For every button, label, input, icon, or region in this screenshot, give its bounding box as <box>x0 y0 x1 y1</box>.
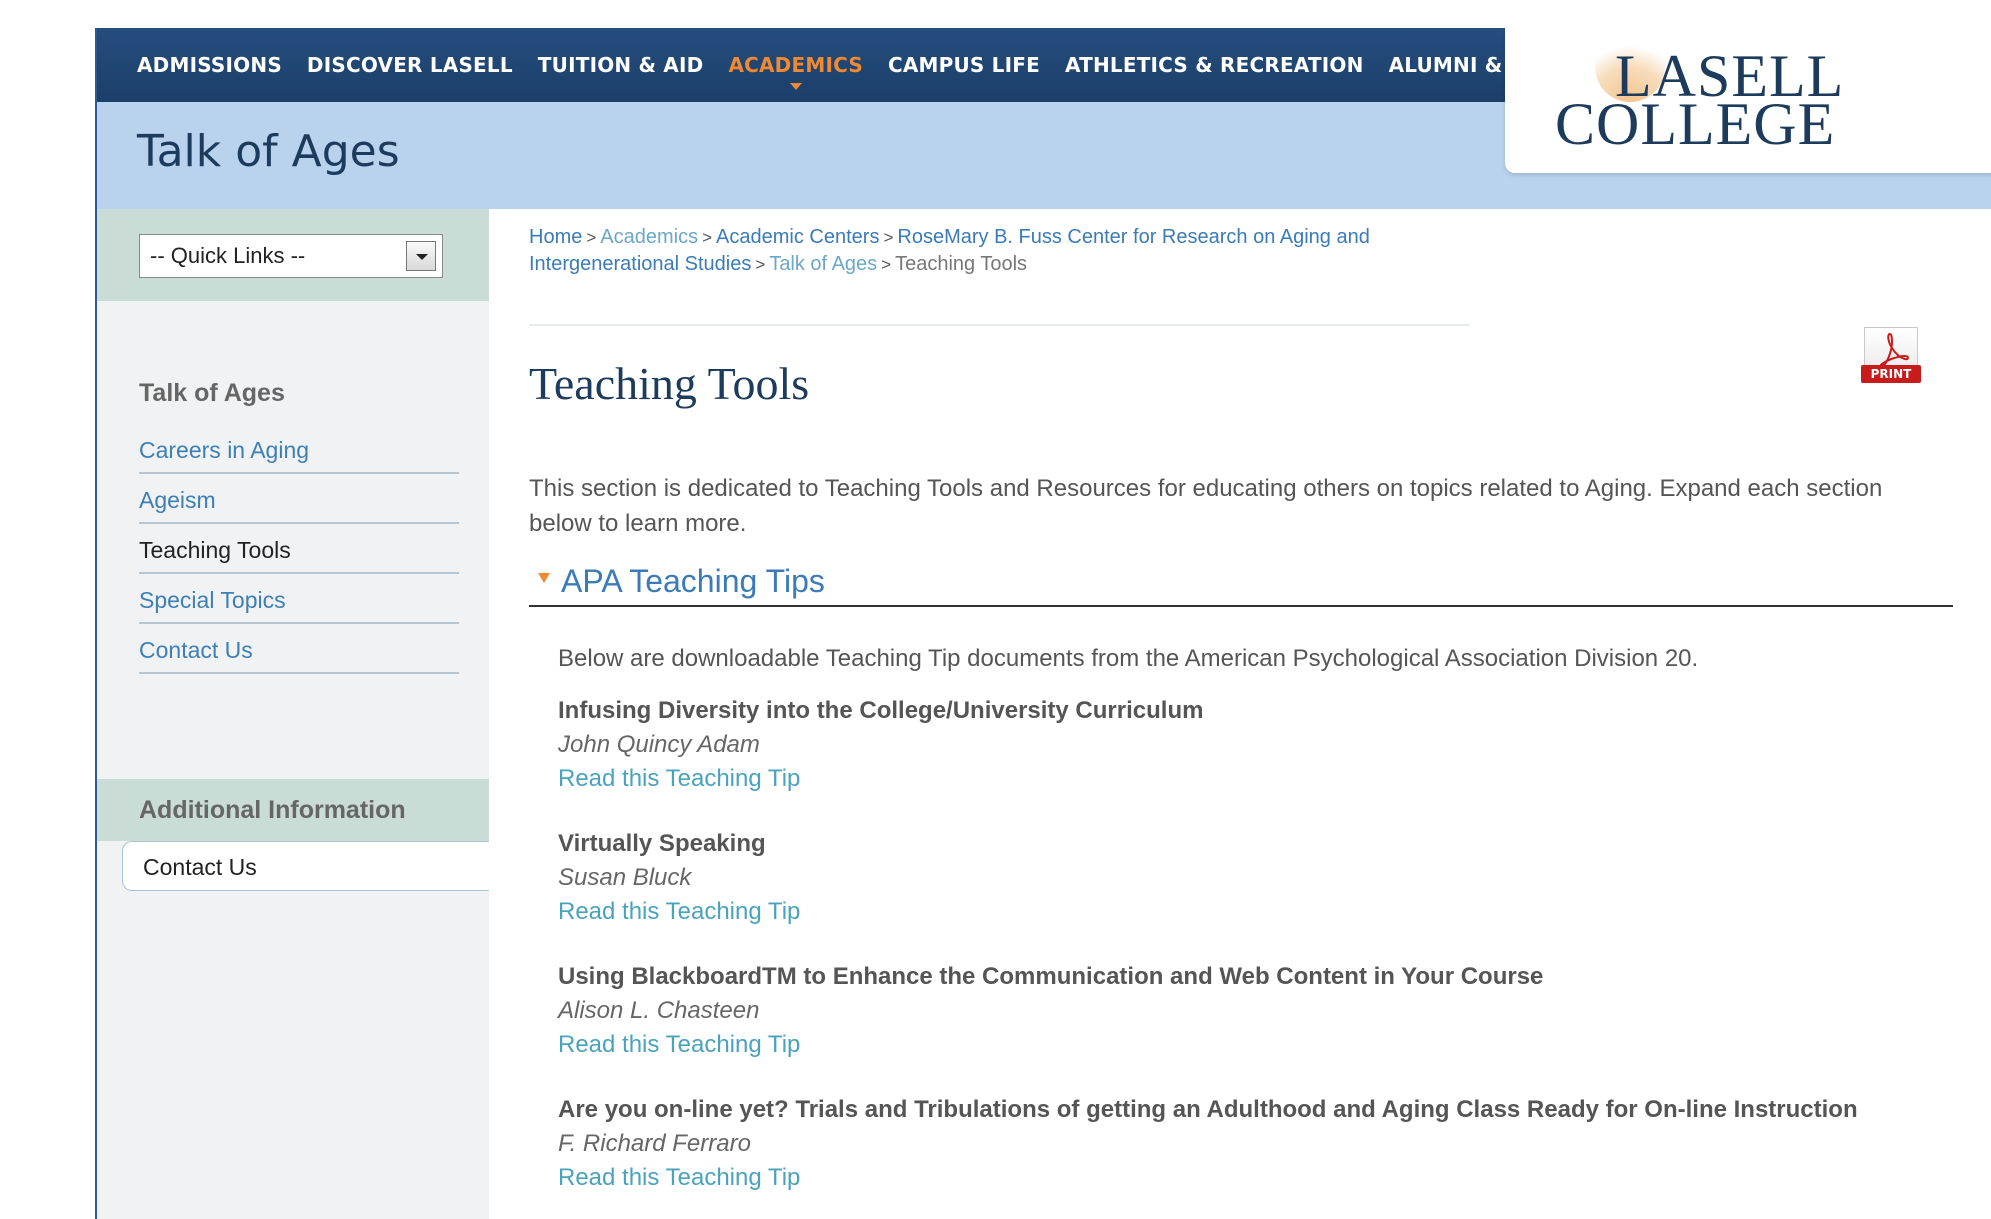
nav-tuition-aid[interactable]: TUITION & AID <box>538 53 704 77</box>
breadcrumb-separator: > <box>883 228 894 247</box>
teaching-tip-item: Virtually Speaking Susan Bluck Read this… <box>558 827 1948 929</box>
nav-academics[interactable]: ACADEMICS <box>728 53 863 90</box>
left-sidebar: -- Quick Links -- Talk of Ages Careers i… <box>97 209 489 1219</box>
teaching-tip-title: Are you on-line yet? Trials and Tribulat… <box>558 1096 1858 1123</box>
print-pdf-button[interactable]: PRINT <box>1861 327 1921 383</box>
page-frame: ADMISSIONS DISCOVER LASELL TUITION & AID… <box>95 28 1991 1219</box>
sidebar-item-special-topics[interactable]: Special Topics <box>139 574 459 624</box>
main-content: Home > Academics > Academic Centers > RoseMary… <box>489 209 1991 1219</box>
breadcrumb-home[interactable]: Home <box>529 226 582 248</box>
pdf-icon <box>1864 327 1918 369</box>
additional-info-header: Additional Information <box>97 779 489 841</box>
teaching-tip-author: John Quincy Adam <box>558 731 760 758</box>
breadcrumb-talk-of-ages[interactable]: Talk of Ages <box>769 253 877 275</box>
acrobat-icon <box>1879 332 1909 368</box>
quick-links-container: -- Quick Links -- <box>97 209 489 301</box>
nav-campus-life[interactable]: CAMPUS LIFE <box>888 53 1040 77</box>
nav-athletics-recreation[interactable]: ATHLETICS & RECREATION <box>1065 53 1364 77</box>
sidebar-heading: Talk of Ages <box>139 379 285 407</box>
read-teaching-tip-link[interactable]: Read this Teaching Tip <box>558 1028 1948 1062</box>
sidebar-menu: Careers in Aging Ageism Teaching Tools S… <box>139 424 459 674</box>
teaching-tip-title: Virtually Speaking <box>558 830 766 857</box>
breadcrumb-academic-centers[interactable]: Academic Centers <box>716 226 879 248</box>
accordion-body: Below are downloadable Teaching Tip docu… <box>558 642 1948 1219</box>
accordion-title: APA Teaching Tips <box>561 563 825 599</box>
breadcrumb-separator: > <box>702 228 713 247</box>
dropdown-arrow-icon[interactable] <box>406 241 436 271</box>
read-teaching-tip-link[interactable]: Read this Teaching Tip <box>558 1161 1948 1195</box>
teaching-tip-author: F. Richard Ferraro <box>558 1130 751 1157</box>
read-teaching-tip-link[interactable]: Read this Teaching Tip <box>558 762 1948 796</box>
breadcrumb-separator: > <box>755 255 766 274</box>
breadcrumb-divider <box>529 324 1469 326</box>
nav-admissions[interactable]: ADMISSIONS <box>137 53 282 77</box>
quick-links-select[interactable]: -- Quick Links -- <box>139 234 443 278</box>
accordion-lead-text: Below are downloadable Teaching Tip docu… <box>558 645 1699 672</box>
sidebar-item-careers-in-aging[interactable]: Careers in Aging <box>139 424 459 474</box>
nav-discover-lasell[interactable]: DISCOVER LASELL <box>307 53 513 77</box>
teaching-tip-item: Are you on-line yet? Trials and Tribulat… <box>558 1093 1948 1195</box>
read-teaching-tip-link[interactable]: Read this Teaching Tip <box>558 895 1948 929</box>
logo-line-2: COLLEGE <box>1555 91 1836 157</box>
sidebar-item-teaching-tools[interactable]: Teaching Tools <box>139 524 459 574</box>
quick-links-value: -- Quick Links -- <box>150 243 306 268</box>
intro-text: This section is dedicated to Teaching To… <box>529 475 1883 537</box>
section-title: Talk of Ages <box>137 126 400 177</box>
teaching-tip-author: Alison L. Chasteen <box>558 997 760 1024</box>
teaching-tip-title: Using BlackboardTM to Enhance the Commun… <box>558 963 1544 990</box>
college-logo[interactable]: LASELL COLLEGE <box>1505 28 1991 173</box>
accordion-header-apa-teaching-tips[interactable]: APA Teaching Tips <box>529 563 1953 607</box>
breadcrumb-current: Teaching Tools <box>895 253 1028 275</box>
page-title: Teaching Tools <box>529 358 810 409</box>
main-navigation: ADMISSIONS DISCOVER LASELL TUITION & AID… <box>97 28 1609 102</box>
additional-info-heading: Additional Information <box>139 796 406 824</box>
sidebar-item-contact-us[interactable]: Contact Us <box>139 624 459 674</box>
breadcrumb-separator: > <box>881 255 892 274</box>
print-label: PRINT <box>1861 365 1921 383</box>
additional-contact-us-link[interactable]: Contact Us <box>122 841 489 891</box>
breadcrumb: Home > Academics > Academic Centers > RoseMary… <box>529 224 1449 278</box>
sidebar-item-ageism[interactable]: Ageism <box>139 474 459 524</box>
teaching-tip-title: Infusing Diversity into the College/Univ… <box>558 697 1204 724</box>
breadcrumb-separator: > <box>586 228 597 247</box>
teaching-tip-author: Susan Bluck <box>558 864 692 891</box>
expand-triangle-icon <box>538 573 550 583</box>
breadcrumb-academics[interactable]: Academics <box>600 226 698 248</box>
teaching-tip-item: Using BlackboardTM to Enhance the Commun… <box>558 960 1948 1062</box>
teaching-tip-item: Infusing Diversity into the College/Univ… <box>558 694 1948 796</box>
